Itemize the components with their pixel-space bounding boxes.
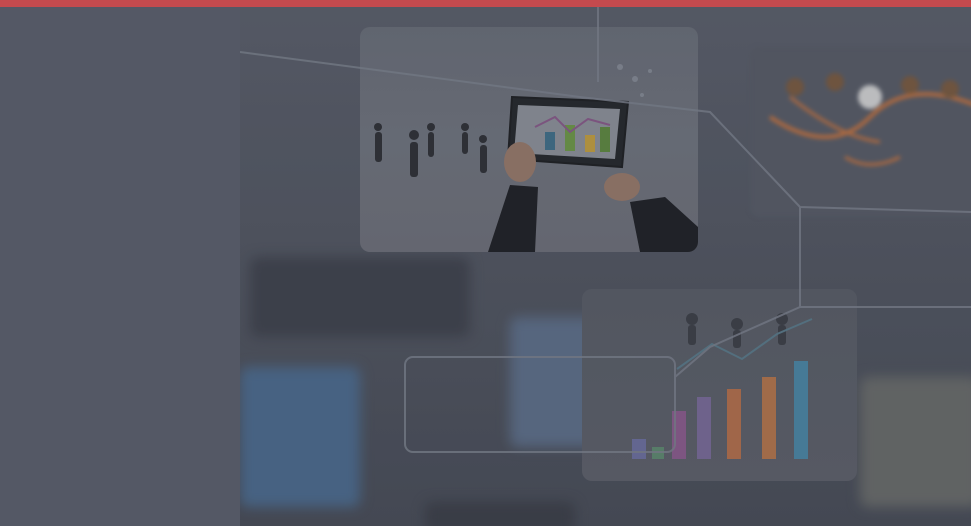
top-accent-bar <box>0 0 971 7</box>
sidebar-panel <box>0 7 240 526</box>
network-lines-icon <box>240 7 971 453</box>
hero-background <box>240 7 971 526</box>
